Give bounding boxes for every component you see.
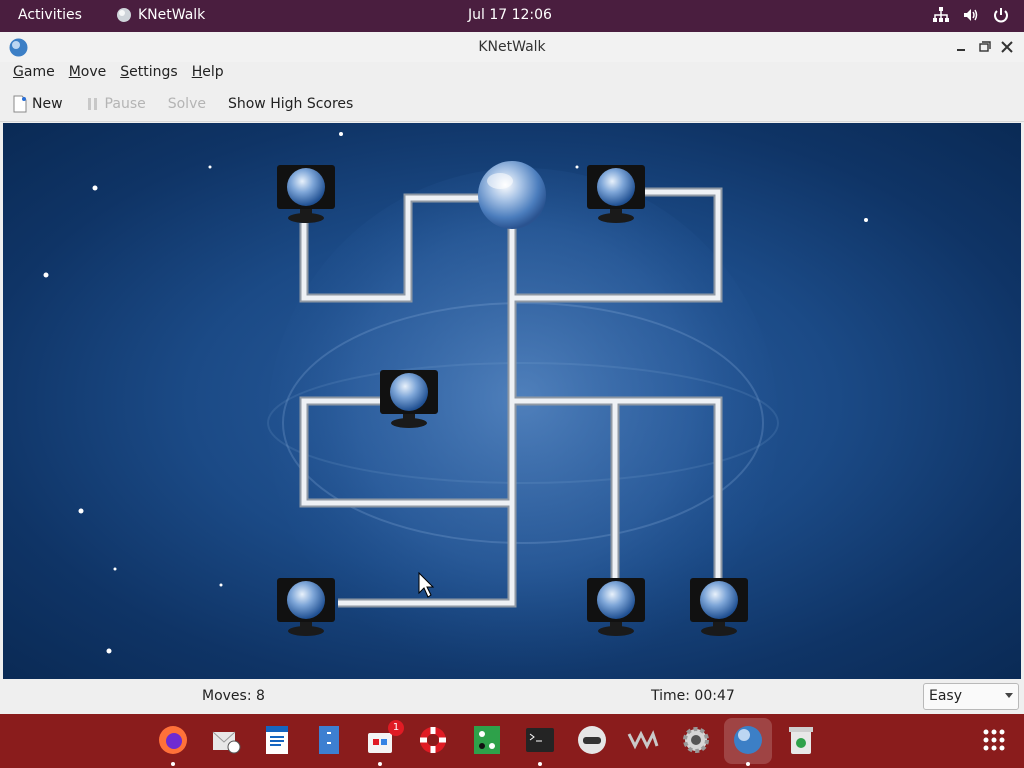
show-high-scores-button[interactable]: Show High Scores (228, 96, 353, 112)
terminal-node-4[interactable] (277, 578, 335, 636)
menu-settings-label: Settings (120, 64, 178, 80)
knetwalk-app-icon (117, 8, 131, 22)
lifebuoy-icon (420, 727, 446, 753)
terminal-node-6[interactable] (690, 578, 748, 636)
show-apps-button[interactable] (978, 724, 1010, 756)
menu-move-label: Move (68, 64, 107, 80)
solve-label: Solve (167, 95, 206, 112)
server-globe-node[interactable] (478, 161, 546, 229)
dock-settings[interactable] (680, 724, 712, 756)
dock-trash[interactable] (785, 724, 817, 756)
pause-label: Pause (104, 95, 146, 112)
window-title: KNetWalk (478, 39, 546, 55)
dock: 1 (0, 714, 1024, 768)
high-scores-label: Show High Scores (227, 95, 354, 112)
activities-button[interactable]: Activities (18, 7, 82, 23)
dock-writer[interactable] (261, 724, 293, 756)
menu-help[interactable]: Help (185, 62, 231, 86)
dock-vm[interactable] (627, 724, 659, 756)
menu-game-label: Game (13, 64, 55, 80)
pause-button[interactable]: Pause (85, 95, 146, 113)
document-icon (266, 726, 288, 754)
file-cabinet-icon (319, 726, 339, 754)
game-board[interactable] (3, 123, 1021, 679)
terminal-icon (526, 728, 554, 752)
mail-clock-icon (212, 731, 241, 754)
difficulty-value: Easy (929, 688, 963, 704)
dock-firefox[interactable] (157, 724, 189, 766)
menu-settings[interactable]: Settings (113, 62, 184, 86)
status-bar: Moves: 8 Time: 00:47 Easy (0, 679, 1024, 714)
title-bar[interactable]: KNetWalk (0, 32, 1024, 62)
maximize-button[interactable] (976, 38, 994, 56)
pause-icon (87, 97, 97, 110)
power-icon[interactable] (992, 6, 1010, 24)
time-counter: Time: 00:47 (651, 688, 735, 704)
trash-icon (789, 727, 813, 754)
clock-button[interactable]: Jul 17 12:06 (468, 7, 552, 23)
knetwalk-icon (734, 726, 762, 754)
dock-terminal[interactable] (524, 724, 556, 766)
new-game-button[interactable]: New (12, 95, 63, 113)
gear-icon (683, 727, 709, 753)
system-tray[interactable] (932, 6, 1010, 24)
menu-game[interactable]: Game (6, 62, 62, 86)
app-menu-button[interactable]: KNetWalk (116, 7, 205, 23)
app-menu-label: KNetWalk (138, 7, 206, 23)
dock-knetwalk[interactable] (724, 718, 772, 766)
knetwalk-window: KNetWalk Game Move Settings Help New Pau… (0, 32, 1024, 714)
toolbar: New Pause Solve Show High Scores (0, 86, 1024, 122)
minimize-button[interactable] (952, 38, 970, 56)
solve-button[interactable]: Solve (168, 96, 206, 112)
moves-counter: Moves: 8 (202, 688, 265, 704)
game-board-icon (474, 726, 500, 754)
robot-face-icon (578, 726, 606, 754)
close-button[interactable] (998, 38, 1016, 56)
firefox-icon (159, 726, 187, 754)
menu-move[interactable]: Move (62, 62, 114, 86)
knetwalk-window-icon (9, 38, 28, 57)
dock-help[interactable] (417, 724, 449, 756)
new-document-icon (13, 95, 27, 112)
menu-bar: Game Move Settings Help (0, 62, 1024, 86)
dock-robot[interactable] (576, 724, 608, 756)
network-icon[interactable] (932, 6, 950, 24)
vm-icon (627, 730, 659, 750)
menu-help-label: Help (191, 64, 224, 80)
top-bar: Activities KNetWalk Jul 17 12:06 (0, 0, 1024, 32)
volume-icon[interactable] (962, 6, 980, 24)
new-label: New (32, 95, 63, 112)
dock-files[interactable] (313, 724, 345, 756)
dock-solitaire[interactable] (471, 724, 503, 756)
dock-software[interactable]: 1 (364, 720, 404, 766)
software-badge: 1 (388, 720, 404, 736)
terminal-node-1[interactable] (277, 165, 335, 223)
difficulty-select[interactable]: Easy (923, 683, 1019, 710)
chevron-down-icon (1005, 693, 1013, 698)
dock-evolution[interactable] (210, 724, 242, 756)
app-grid-icon (983, 729, 1005, 751)
